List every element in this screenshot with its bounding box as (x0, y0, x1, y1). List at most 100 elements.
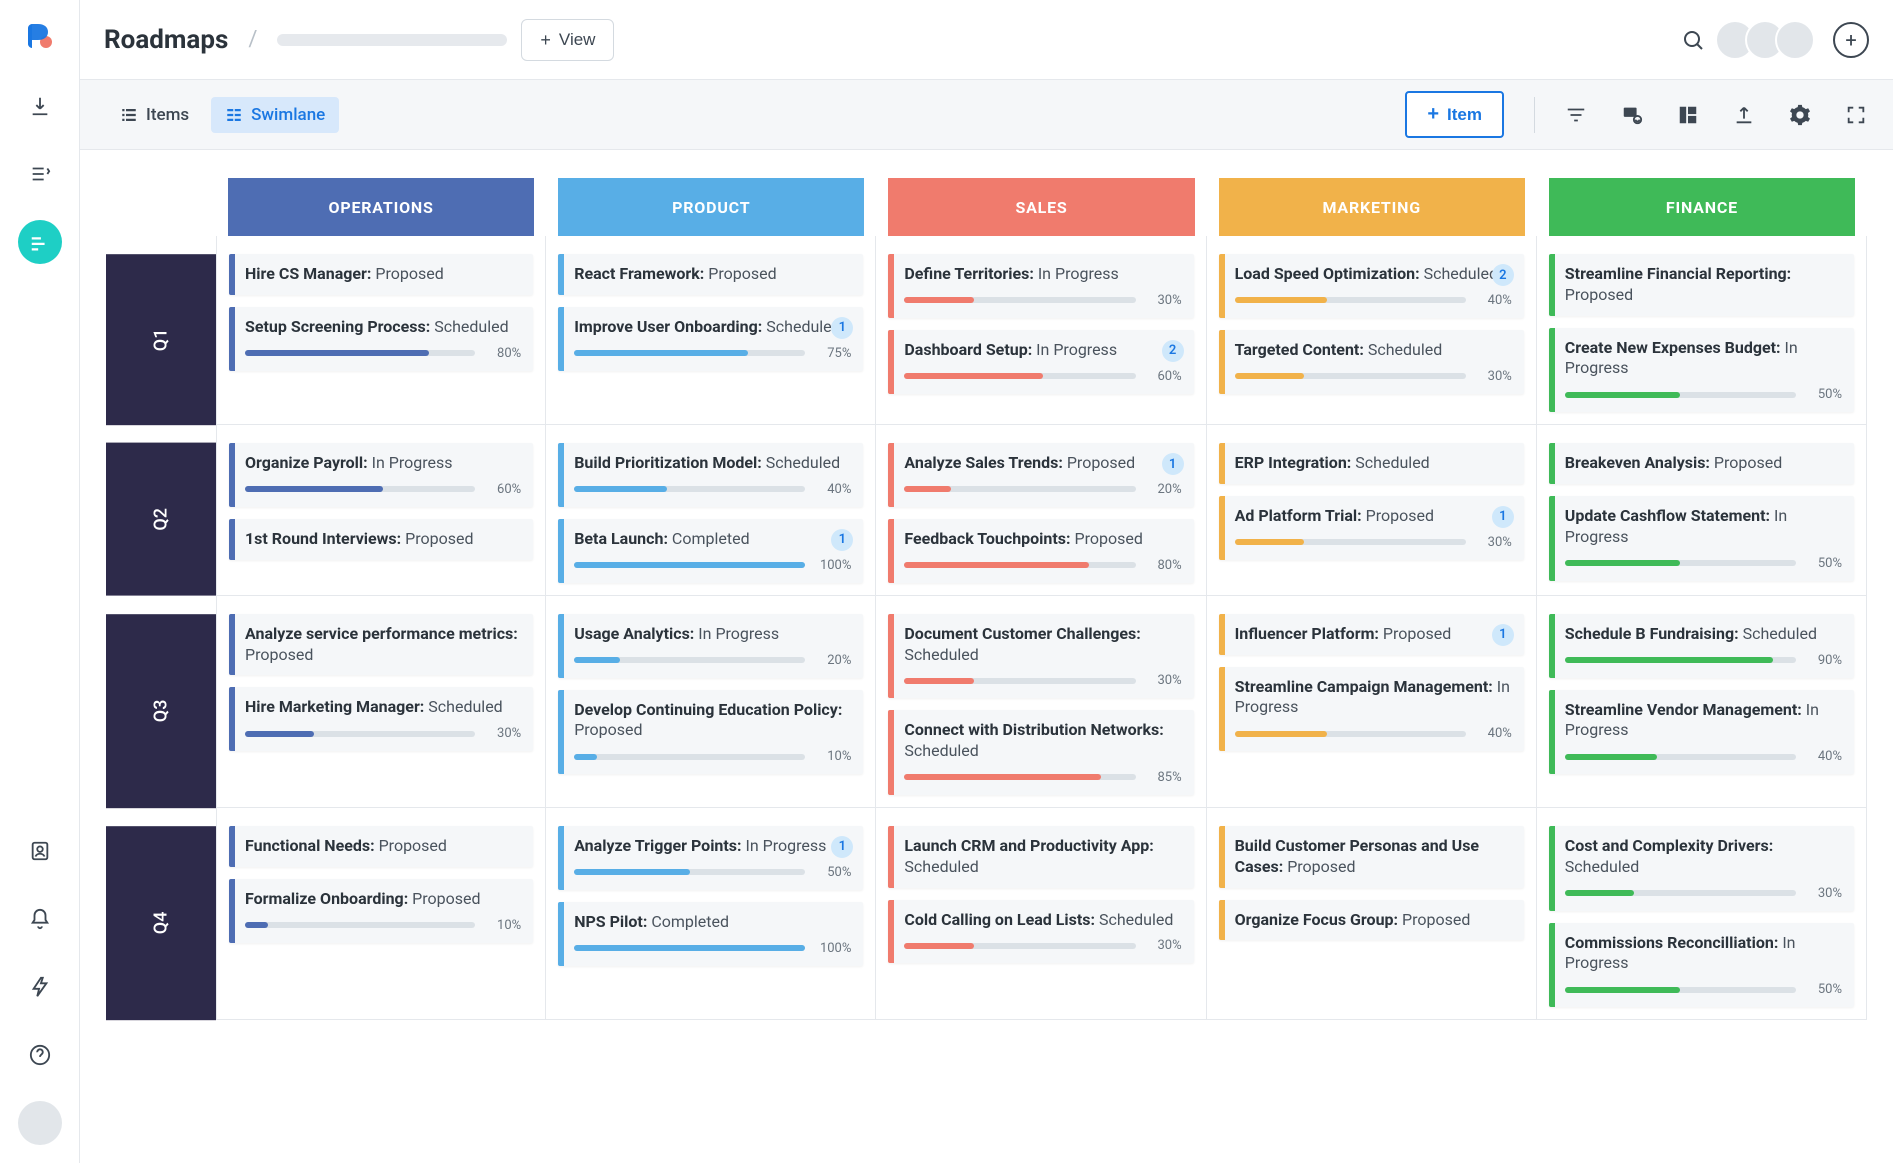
progress-percent: 100% (815, 558, 851, 573)
roadmap-card[interactable]: Breakeven Analysis: Proposed (1549, 443, 1854, 484)
add-collaborator-button[interactable]: + (1833, 22, 1869, 58)
card-status: Scheduled (766, 317, 840, 336)
progress-percent: 50% (1806, 556, 1842, 571)
roadmap-card[interactable]: Formalize Onboarding: Proposed10% (229, 879, 533, 943)
card-status: Proposed (708, 264, 776, 283)
progress-percent: 20% (815, 653, 851, 668)
user-avatar[interactable] (18, 1101, 62, 1145)
roadmap-card[interactable]: 1st Round Interviews: Proposed (229, 519, 533, 560)
quarter-label-q4: Q4 (106, 826, 216, 1020)
roadmap-card[interactable]: Hire CS Manager: Proposed (229, 254, 533, 295)
swimlane-board: OPERATIONSPRODUCTSALESMARKETINGFINANCEQ1… (80, 150, 1893, 1163)
plus-icon: + (540, 31, 551, 49)
filter-icon[interactable] (1565, 104, 1587, 126)
progress-bar (904, 562, 1135, 568)
lane-cell: Streamline Financial Reporting: Proposed… (1537, 236, 1867, 425)
progress-percent: 90% (1806, 653, 1842, 668)
roadmap-card[interactable]: React Framework: Proposed (558, 254, 863, 295)
roadmap-card[interactable]: Functional Needs: Proposed (229, 826, 533, 867)
roadmap-card[interactable]: Analyze service performance metrics: Pro… (229, 614, 533, 676)
roadmap-card[interactable]: Build Customer Personas and Use Cases: P… (1219, 826, 1524, 888)
roadmap-card[interactable]: NPS Pilot: Completed100% (558, 902, 863, 966)
roadmap-card[interactable]: Document Customer Challenges: Scheduled3… (888, 614, 1193, 699)
lane-cell: Functional Needs: Proposed Formalize Onbo… (216, 808, 546, 1020)
roadmap-card[interactable]: Update Cashflow Statement: In Progress50… (1549, 496, 1854, 581)
progress-bar (904, 774, 1135, 780)
roadmap-card[interactable]: Create New Expenses Budget: In Progress5… (1549, 328, 1854, 413)
tab-swimlane[interactable]: Swimlane (211, 97, 339, 133)
roadmap-card[interactable]: Streamline Campaign Management: In Progr… (1219, 667, 1524, 752)
nav-roadmap-icon[interactable] (18, 220, 62, 264)
nav-help-icon[interactable] (18, 1033, 62, 1077)
card-status: Proposed (375, 264, 443, 283)
roadmap-card[interactable]: Improve User Onboarding: Scheduled75%1 (558, 307, 863, 371)
roadmap-card[interactable]: Streamline Vendor Management: In Progres… (1549, 690, 1854, 775)
roadmap-card[interactable]: Analyze Sales Trends: Proposed20%1 (888, 443, 1193, 507)
nav-list-icon[interactable] (18, 152, 62, 196)
roadmap-card[interactable]: Define Territories: In Progress30% (888, 254, 1193, 318)
card-status: Scheduled (904, 857, 978, 876)
plus-icon: + (1427, 103, 1439, 126)
roadmap-card[interactable]: Dashboard Setup: In Progress60%2 (888, 330, 1193, 394)
progress-bar (1565, 560, 1796, 566)
add-item-button[interactable]: + Item (1405, 91, 1504, 138)
fullscreen-icon[interactable] (1845, 104, 1867, 126)
card-title: Schedule B Fundraising: (1565, 624, 1743, 643)
roadmap-card[interactable]: Feedback Touchpoints: Proposed80% (888, 519, 1193, 583)
card-title: Build Prioritization Model: (574, 453, 766, 472)
roadmap-card[interactable]: Commissions Reconcilliation: In Progress… (1549, 923, 1854, 1008)
card-title: React Framework: (574, 264, 708, 283)
card-status: Scheduled (1565, 857, 1639, 876)
roadmap-card[interactable]: Load Speed Optimization: Scheduled40%2 (1219, 254, 1524, 318)
card-status: Scheduled (1099, 910, 1173, 929)
card-title: Targeted Content: (1235, 340, 1368, 359)
nav-actions-icon[interactable] (18, 965, 62, 1009)
lane-cell: Hire CS Manager: Proposed Setup Screening… (216, 236, 546, 425)
progress-bar (574, 486, 805, 492)
quarter-label-q2: Q2 (106, 443, 216, 596)
roadmap-card[interactable]: Hire Marketing Manager: Scheduled30% (229, 687, 533, 751)
link-icon[interactable] (1621, 104, 1643, 126)
roadmap-card[interactable]: Launch CRM and Productivity App: Schedul… (888, 826, 1193, 888)
card-title: Analyze service performance metrics: (245, 624, 518, 643)
roadmap-card[interactable]: Organize Payroll: In Progress60% (229, 443, 533, 507)
nav-notifications-icon[interactable] (18, 897, 62, 941)
column-header-marketing: MARKETING (1219, 178, 1525, 236)
progress-percent: 80% (485, 346, 521, 361)
roadmap-card[interactable]: Ad Platform Trial: Proposed30%1 (1219, 496, 1524, 560)
roadmap-card[interactable]: Influencer Platform: Proposed1 (1219, 614, 1524, 655)
roadmap-card[interactable]: Cost and Complexity Drivers: Scheduled30… (1549, 826, 1854, 911)
roadmap-card[interactable]: Schedule B Fundraising: Scheduled90% (1549, 614, 1854, 678)
progress-bar (904, 373, 1135, 379)
roadmap-card[interactable]: Organize Focus Group: Proposed (1219, 900, 1524, 941)
search-icon[interactable] (1681, 28, 1705, 52)
card-title: Cost and Complexity Drivers: (1565, 836, 1773, 855)
progress-bar (1565, 754, 1796, 760)
roadmap-card[interactable]: Beta Launch: Completed100%1 (558, 519, 863, 583)
roadmap-card[interactable]: ERP Integration: Scheduled (1219, 443, 1524, 484)
avatar[interactable] (1775, 20, 1815, 60)
roadmap-card[interactable]: Cold Calling on Lead Lists: Scheduled30% (888, 900, 1193, 964)
card-status: Proposed (412, 889, 480, 908)
roadmap-card[interactable]: Setup Screening Process: Scheduled80% (229, 307, 533, 371)
roadmap-card[interactable]: Develop Continuing Education Policy: Pro… (558, 690, 863, 775)
progress-bar (1565, 987, 1796, 993)
card-status: Proposed (1067, 453, 1135, 472)
collaborator-avatars[interactable] (1715, 20, 1815, 60)
layout-icon[interactable] (1677, 104, 1699, 126)
tab-items[interactable]: Items (106, 97, 203, 133)
roadmap-card[interactable]: Analyze Trigger Points: In Progress50%1 (558, 826, 863, 890)
card-title: Feedback Touchpoints: (904, 529, 1074, 548)
roadmap-card[interactable]: Targeted Content: Scheduled30% (1219, 330, 1524, 394)
view-button[interactable]: + View (521, 19, 614, 61)
nav-contacts-icon[interactable] (18, 829, 62, 873)
roadmap-card[interactable]: Connect with Distribution Networks: Sche… (888, 710, 1193, 795)
nav-import-icon[interactable] (18, 84, 62, 128)
progress-bar (1565, 890, 1796, 896)
settings-icon[interactable] (1789, 104, 1811, 126)
export-icon[interactable] (1733, 104, 1755, 126)
card-title: Hire Marketing Manager: (245, 697, 428, 716)
roadmap-card[interactable]: Streamline Financial Reporting: Proposed (1549, 254, 1854, 316)
roadmap-card[interactable]: Usage Analytics: In Progress20% (558, 614, 863, 678)
roadmap-card[interactable]: Build Prioritization Model: Scheduled40% (558, 443, 863, 507)
